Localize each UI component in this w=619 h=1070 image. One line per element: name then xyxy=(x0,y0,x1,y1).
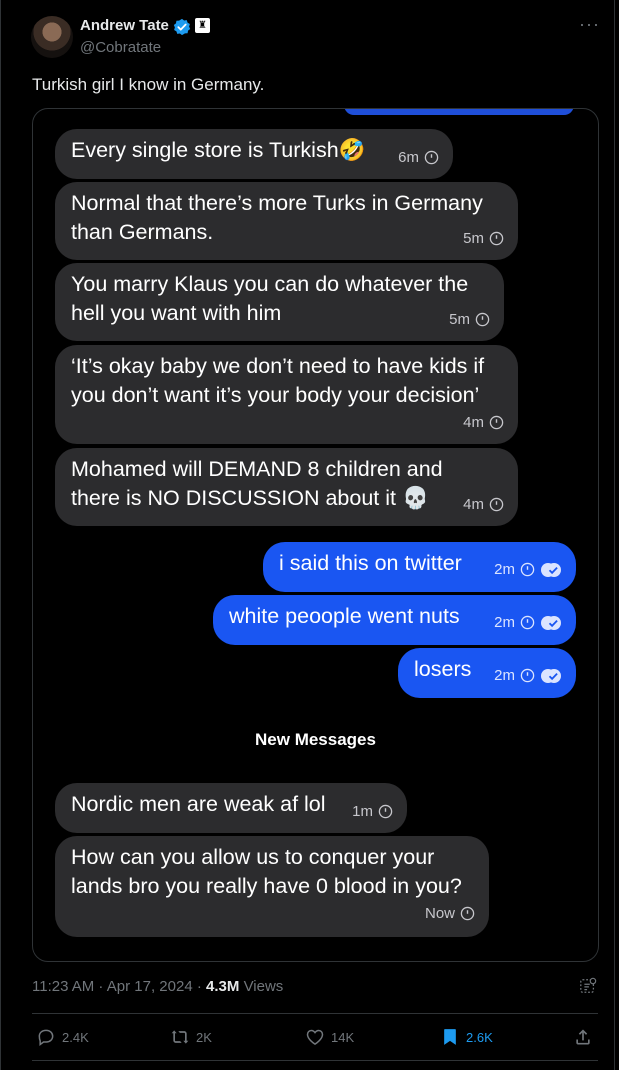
author-handle[interactable]: @Cobratate xyxy=(80,39,161,56)
divider xyxy=(32,1013,598,1014)
message-meta: 4m xyxy=(463,408,504,437)
left-border xyxy=(0,0,1,1070)
share-icon xyxy=(576,1029,590,1045)
message-time: 5m xyxy=(463,230,484,247)
message-time: 2m xyxy=(494,614,515,631)
message-text: Nordic men are weak af lol xyxy=(71,792,326,816)
reply-button[interactable]: 2.4K xyxy=(36,1027,89,1047)
message-text: losers xyxy=(414,657,472,681)
clock-icon xyxy=(520,668,535,683)
message-bubble-incoming: Every single store is Turkish🤣 6m xyxy=(55,129,453,179)
message-text: there is NO DISCUSSION about it 💀 xyxy=(71,486,429,510)
message-bubble-outgoing: i said this on twitter 2m xyxy=(263,542,576,592)
message-meta: Now xyxy=(425,899,475,928)
divider xyxy=(32,1060,598,1061)
reply-icon xyxy=(38,1029,54,1046)
views-label: Views xyxy=(243,978,284,995)
message-text: You marry Klaus you can do whatever the xyxy=(71,272,469,296)
message-time: 2m xyxy=(494,667,515,684)
message-bubble-incoming: How can you allow us to conquer your lan… xyxy=(55,836,489,937)
message-time: 1m xyxy=(352,803,373,820)
message-time: 5m xyxy=(449,311,470,328)
message-text: than Germans. xyxy=(71,220,214,244)
repost-count: 2K xyxy=(196,1029,212,1045)
clock-icon xyxy=(520,562,535,577)
message-text: i said this on twitter xyxy=(279,551,462,575)
message-bubble-outgoing: white peoople went nuts 2m xyxy=(213,595,576,645)
clock-icon xyxy=(378,804,393,819)
message-bubble-incoming: Normal that there’s more Turks in German… xyxy=(55,182,518,260)
reply-count: 2.4K xyxy=(62,1029,89,1045)
read-receipt-icon xyxy=(541,668,561,683)
read-receipt-icon xyxy=(541,562,561,577)
message-time: 2m xyxy=(494,561,515,578)
bookmark-count: 2.6K xyxy=(466,1029,493,1045)
like-button[interactable]: 14K xyxy=(305,1027,354,1047)
avatar[interactable] xyxy=(31,16,73,58)
bookmark-icon xyxy=(444,1029,456,1045)
message-text: lands bro you really have 0 blood in you… xyxy=(71,874,462,898)
right-border xyxy=(614,0,615,1070)
clock-icon xyxy=(489,231,504,246)
message-meta: 5m xyxy=(463,224,504,253)
heart-icon xyxy=(306,1029,324,1045)
message-bubble-incoming: Nordic men are weak af lol 1m xyxy=(55,783,407,833)
message-bubble-incoming: Mohamed will DEMAND 8 children and there… xyxy=(55,448,518,526)
message-meta: 1m xyxy=(352,797,393,826)
tweet-date[interactable]: Apr 17, 2024 xyxy=(107,978,193,995)
like-count: 14K xyxy=(331,1029,355,1045)
message-text: Mohamed will DEMAND 8 children and xyxy=(71,457,443,481)
read-receipt-icon xyxy=(541,615,561,630)
tweet-time[interactable]: 11:23 AM xyxy=(32,978,94,995)
message-time: 6m xyxy=(398,149,419,166)
message-time: 4m xyxy=(463,496,484,513)
message-text: white peoople went nuts xyxy=(229,604,460,628)
clock-icon xyxy=(520,615,535,630)
message-bubble-outgoing: losers 2m xyxy=(398,648,576,698)
more-options-icon[interactable]: ··· xyxy=(579,14,600,35)
message-bubble-incoming: ‘It’s okay baby we don’t need to have ki… xyxy=(55,345,518,444)
share-button[interactable] xyxy=(573,1027,593,1047)
message-meta: 4m xyxy=(463,490,504,519)
tweet-timestamp[interactable]: 11:23 AM · Apr 17, 2024 · 4.3M Views xyxy=(32,978,283,995)
message-text: ‘It’s okay baby we don’t need to have ki… xyxy=(71,354,485,378)
bookmark-button[interactable]: 2.6K xyxy=(440,1027,493,1047)
clock-icon xyxy=(475,312,490,327)
clock-icon xyxy=(489,415,504,430)
message-meta: 2m xyxy=(494,555,562,584)
new-messages-divider: New Messages xyxy=(255,730,376,749)
tweet-text: Turkish girl I know in Germany. xyxy=(32,75,265,94)
message-meta: 5m xyxy=(449,305,490,334)
clock-icon xyxy=(489,497,504,512)
message-text: How can you allow us to conquer your xyxy=(71,845,435,869)
verified-badge-icon xyxy=(173,18,191,36)
message-bubble-incoming: You marry Klaus you can do whatever the … xyxy=(55,263,504,341)
repost-button[interactable]: 2K xyxy=(170,1027,212,1047)
message-text: Every single store is Turkish🤣 xyxy=(71,138,366,162)
grok-analyze-icon[interactable] xyxy=(579,977,597,995)
message-text: Normal that there’s more Turks in German… xyxy=(71,191,483,215)
tweet-media-image[interactable]: Every single store is Turkish🤣 6m Normal… xyxy=(32,108,599,962)
author-name[interactable]: Andrew Tate xyxy=(80,17,169,34)
views-count: 4.3M xyxy=(206,978,240,995)
message-meta: 2m xyxy=(494,661,562,690)
clock-icon xyxy=(424,150,439,165)
clock-icon xyxy=(460,906,475,921)
message-meta: 2m xyxy=(494,608,562,637)
message-time: Now xyxy=(424,905,455,922)
message-text: you don’t want it’s your body your decis… xyxy=(71,383,480,407)
message-text: hell you want with him xyxy=(71,301,282,325)
cropped-outgoing-bubble xyxy=(344,109,574,115)
repost-icon xyxy=(171,1030,189,1044)
message-time: 4m xyxy=(463,414,484,431)
affiliation-badge-icon[interactable]: ♜ xyxy=(195,18,210,33)
message-meta: 6m xyxy=(398,143,439,172)
